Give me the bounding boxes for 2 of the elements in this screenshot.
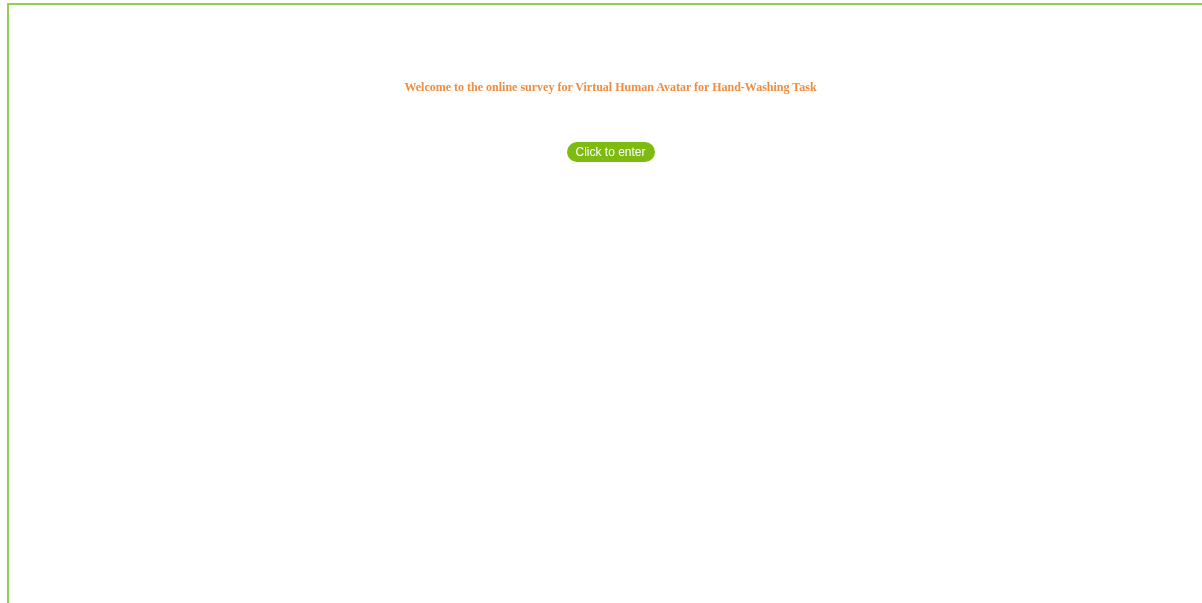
enter-button[interactable]: Click to enter	[566, 142, 655, 162]
page-heading: Welcome to the online survey for Virtual Human Avatar for Hand-Washing Task	[404, 80, 817, 95]
